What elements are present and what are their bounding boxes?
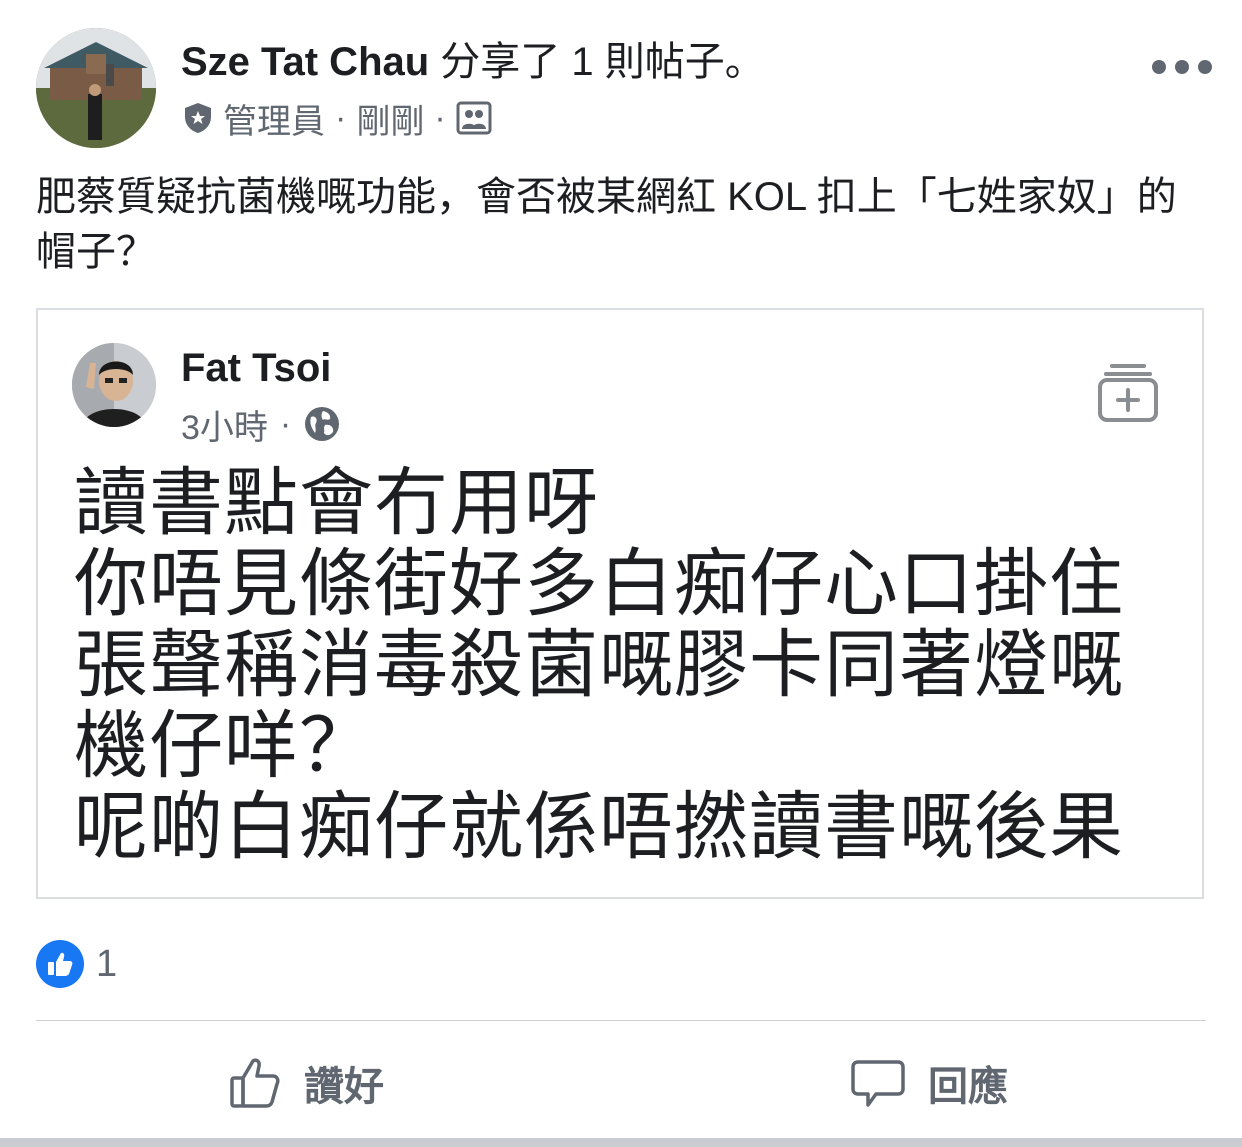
group-icon (456, 100, 492, 136)
like-button[interactable]: 讚好 (228, 1050, 384, 1116)
author-avatar[interactable] (36, 28, 156, 148)
thumbs-up-icon (230, 1058, 280, 1108)
shared-post-time[interactable]: 3小時 (181, 400, 268, 449)
admin-shield-icon (181, 101, 215, 135)
like-label: 讚好 (304, 1065, 384, 1109)
meta-separator: · (279, 404, 292, 443)
post-text: 肥蔡質疑抗菌機嘅功能，會否被某網紅 KOL 扣上「七姓家奴」的帽子？ (36, 175, 1177, 274)
shared-post-meta: 3小時 · (181, 400, 341, 449)
more-dot (1175, 60, 1189, 74)
more-options-button[interactable] (1152, 52, 1212, 82)
shared-post-text: 讀書點會冇用呀 你唔見條街好多白痴仔心口掛住張聲稱消毒殺菌嘅膠卡同著燈嘅機仔咩？… (74, 461, 1124, 868)
more-dot (1152, 60, 1166, 74)
post-header-title: Sze Tat Chau 分享了 1 則帖子。 (181, 36, 765, 88)
more-dot (1198, 60, 1212, 74)
save-collection-icon (1098, 364, 1158, 422)
meta-separator: · (434, 98, 446, 137)
post-meta: 管理員 · 剛剛 · (181, 94, 492, 143)
share-action-text: 分享了 1 則帖子。 (429, 40, 765, 84)
globe-icon (303, 405, 341, 443)
bottom-separator (0, 1138, 1242, 1147)
author-role: 管理員 (223, 102, 325, 141)
shared-author-avatar[interactable] (72, 343, 156, 427)
like-icon (36, 940, 84, 988)
reaction-count: 1 (96, 942, 118, 985)
comment-bubble-icon (851, 1060, 905, 1107)
action-divider (36, 1020, 1206, 1021)
meta-separator: · (335, 98, 347, 137)
comment-label: 回應 (928, 1065, 1008, 1109)
shared-author-name[interactable]: Fat Tsoi (181, 342, 331, 394)
author-name[interactable]: Sze Tat Chau (181, 40, 429, 84)
comment-button[interactable]: 回應 (850, 1050, 1008, 1116)
post-time[interactable]: 剛剛 (356, 94, 424, 143)
save-post-button[interactable] (1096, 360, 1160, 424)
reaction-summary[interactable]: 1 (36, 938, 117, 990)
